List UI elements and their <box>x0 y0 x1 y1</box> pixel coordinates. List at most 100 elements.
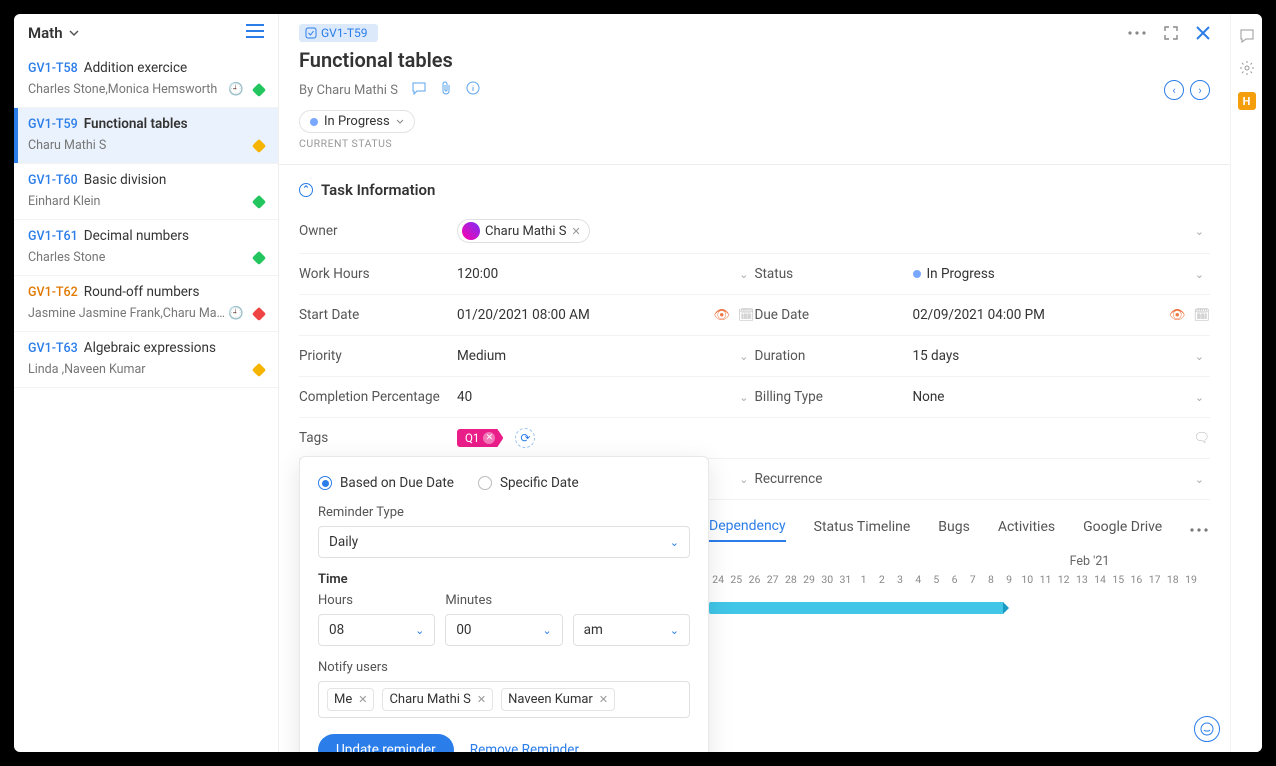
notify-users-field[interactable]: Me✕ Charu Mathi S✕ Naveen Kumar✕ <box>318 681 690 718</box>
timeline-day: 9 <box>1000 573 1018 586</box>
hours-label: Hours <box>318 593 435 608</box>
add-tag-button[interactable]: ⟳ <box>515 428 535 448</box>
tab-bugs[interactable]: Bugs <box>938 519 970 541</box>
task-id-badge[interactable]: GV1-T59 <box>299 24 378 42</box>
tag-picker-icon[interactable]: 🗨 <box>1193 431 1210 446</box>
task-info-section-header[interactable]: ⌃ Task Information <box>279 165 1230 209</box>
visibility-icon[interactable]: 👁 <box>1169 308 1186 323</box>
remove-tag-icon[interactable]: ✕ <box>483 432 495 444</box>
chevron-down-icon <box>396 118 404 126</box>
duration-label: Duration <box>755 348 905 364</box>
tab-google-drive[interactable]: Google Drive <box>1083 519 1162 541</box>
owner-field[interactable]: Charu Mathi S✕ <box>457 219 1187 243</box>
status-dropdown[interactable]: In Progress <box>299 110 415 133</box>
priority-diamond-icon <box>252 194 266 208</box>
close-icon[interactable] <box>1196 26 1210 40</box>
duration-field[interactable]: 15 days <box>913 348 1187 364</box>
owner-label: Owner <box>299 223 449 239</box>
sidebar-task-item[interactable]: GV1-T61Decimal numbers Charles Stone <box>14 220 278 276</box>
chevron-down-icon[interactable]: ⌄ <box>739 268 754 281</box>
remove-owner-icon[interactable]: ✕ <box>571 225 580 238</box>
chevron-down-icon[interactable]: ⌄ <box>1195 225 1210 238</box>
next-task-button[interactable]: › <box>1190 80 1210 100</box>
task-assignees: Charu Mathi S <box>28 138 248 153</box>
sidebar-task-item[interactable]: GV1-T59Functional tables Charu Mathi S <box>14 108 278 164</box>
priority-field[interactable]: Medium <box>457 348 731 364</box>
gantt-timeline: Feb '21 24252627282930311234567891011121… <box>709 554 1200 620</box>
calendar-icon[interactable]: 🗓 <box>738 308 755 323</box>
tags-field[interactable]: Q1✕ ⟳ <box>457 428 1185 448</box>
billing-field[interactable]: None <box>913 389 1187 405</box>
gantt-bar[interactable] <box>709 602 1004 614</box>
sidebar-task-item[interactable]: GV1-T63Algebraic expressions Linda ,Nave… <box>14 332 278 388</box>
collapse-icon: ⌃ <box>299 183 313 197</box>
help-rail-icon[interactable]: H <box>1238 92 1256 110</box>
tab-dependency[interactable]: Dependency <box>709 518 786 542</box>
chevron-down-icon[interactable]: ⌄ <box>1195 473 1210 486</box>
info-icon[interactable] <box>466 81 480 99</box>
remove-user-icon[interactable]: ✕ <box>477 693 486 706</box>
remove-reminder-link[interactable]: Remove Reminder <box>470 742 579 752</box>
sidebar-title[interactable]: Math <box>28 24 79 42</box>
completion-field[interactable]: 40 <box>457 389 731 405</box>
minutes-select[interactable]: 00⌄ <box>445 614 562 646</box>
start-date-field[interactable]: 01/20/2021 08:00 AM <box>457 307 705 323</box>
reminder-type-select[interactable]: Daily⌄ <box>318 526 690 558</box>
hours-select[interactable]: 08⌄ <box>318 614 435 646</box>
task-item-title: Decimal numbers <box>84 228 189 244</box>
more-tabs-icon[interactable] <box>1190 528 1208 532</box>
notify-user-pill[interactable]: Me✕ <box>327 688 374 711</box>
notify-user-pill[interactable]: Charu Mathi S✕ <box>382 688 493 711</box>
clock-icon: 🕘 <box>228 306 244 321</box>
priority-diamond-icon <box>252 138 266 152</box>
task-title: Functional tables <box>299 48 1210 72</box>
status-field[interactable]: In Progress <box>913 266 1187 282</box>
comment-rail-icon[interactable] <box>1239 28 1255 44</box>
chevron-down-icon[interactable]: ⌄ <box>739 473 754 486</box>
priority-diamond-icon <box>252 306 266 320</box>
sidebar-task-item[interactable]: GV1-T60Basic division Einhard Klein <box>14 164 278 220</box>
timeline-day: 12 <box>1055 573 1073 586</box>
chat-fab[interactable] <box>1194 716 1220 742</box>
workhours-field[interactable]: 120:00 <box>457 266 731 282</box>
due-date-field[interactable]: 02/09/2021 04:00 PM <box>913 307 1161 323</box>
attachment-icon[interactable] <box>440 81 452 99</box>
clock-icon: 🕘 <box>228 82 244 97</box>
task-assignees: Charles Stone <box>28 250 248 265</box>
chevron-down-icon[interactable]: ⌄ <box>1195 350 1210 363</box>
timeline-month: Feb '21 <box>709 554 1200 569</box>
sidebar-task-item[interactable]: GV1-T62Round-off numbers Jasmine Jasmine… <box>14 276 278 332</box>
tab-status-timeline[interactable]: Status Timeline <box>814 519 911 541</box>
tab-activities[interactable]: Activities <box>998 519 1055 541</box>
priority-label: Priority <box>299 348 449 364</box>
radio-based-on-due-date[interactable]: Based on Due Date <box>318 475 454 491</box>
timeline-day: 8 <box>982 573 1000 586</box>
notify-user-pill[interactable]: Naveen Kumar✕ <box>501 688 615 711</box>
update-reminder-button[interactable]: Update reminder <box>318 734 454 752</box>
timeline-day: 30 <box>818 573 836 586</box>
sidebar-task-item[interactable]: GV1-T58Addition exercice Charles Stone,M… <box>14 52 278 108</box>
settings-rail-icon[interactable] <box>1239 60 1255 76</box>
status-caption: CURRENT STATUS <box>299 137 1210 150</box>
timeline-day: 27 <box>764 573 782 586</box>
remove-user-icon[interactable]: ✕ <box>599 693 608 706</box>
detail-tabs: Dependency Status Timeline Bugs Activiti… <box>709 518 1208 542</box>
task-item-title: Addition exercice <box>84 60 187 76</box>
remove-user-icon[interactable]: ✕ <box>358 693 367 706</box>
more-icon[interactable] <box>1128 31 1146 35</box>
comment-icon[interactable] <box>412 81 426 99</box>
expand-icon[interactable] <box>1164 26 1178 40</box>
timeline-day: 31 <box>836 573 854 586</box>
visibility-icon[interactable]: 👁 <box>713 308 730 323</box>
chevron-down-icon[interactable]: ⌄ <box>1195 391 1210 404</box>
radio-specific-date[interactable]: Specific Date <box>478 475 579 491</box>
chevron-down-icon[interactable]: ⌄ <box>739 350 754 363</box>
chevron-down-icon[interactable]: ⌄ <box>739 391 754 404</box>
chevron-down-icon[interactable]: ⌄ <box>1195 268 1210 281</box>
reminder-type-label: Reminder Type <box>318 505 690 520</box>
calendar-icon[interactable]: 🗓 <box>1193 308 1210 323</box>
ampm-select[interactable]: am⌄ <box>573 614 690 646</box>
sidebar-collapse-icon[interactable] <box>246 24 264 42</box>
timeline-day: 24 <box>709 573 727 586</box>
prev-task-button[interactable]: ‹ <box>1164 80 1184 100</box>
